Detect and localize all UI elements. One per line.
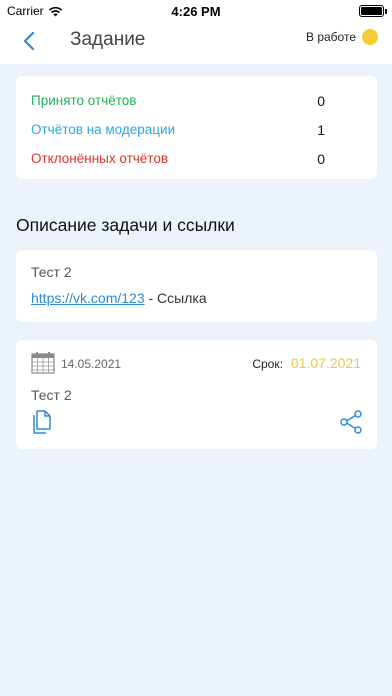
clock: 4:26 PM — [171, 4, 221, 19]
stat-row-rejected: Отклонённых отчётов 0 — [31, 151, 325, 167]
section-title: Описание задачи и ссылки — [16, 215, 235, 235]
calendar-icon — [31, 352, 55, 374]
description-link-row: https://vk.com/123 - Ссылка — [31, 290, 207, 306]
deadline: Срок: 01.07.2021 — [252, 355, 361, 371]
stat-row-accepted: Принято отчётов 0 — [31, 93, 325, 109]
back-button[interactable] — [18, 26, 40, 56]
chevron-left-icon — [23, 31, 35, 51]
task-card[interactable]: 14.05.2021 Срок: 01.07.2021 Тест 2 — [16, 340, 377, 449]
nav-bar: Задание В работе — [0, 22, 392, 64]
stat-value-accepted: 0 — [317, 93, 325, 109]
description-card: Тест 2 https://vk.com/123 - Ссылка — [16, 250, 377, 322]
stat-row-moderation: Отчётов на модерации 1 — [31, 122, 325, 138]
task-title: Тест 2 — [31, 387, 72, 403]
task-date: 14.05.2021 — [61, 357, 122, 371]
stat-label-rejected: Отклонённых отчётов — [31, 151, 169, 166]
description-title: Тест 2 — [31, 264, 72, 280]
deadline-value: 01.07.2021 — [290, 355, 361, 371]
status-label: В работе — [305, 30, 356, 44]
stat-value-moderation: 1 — [317, 122, 325, 138]
stat-label-moderation: Отчётов на модерации — [31, 122, 176, 137]
deadline-label: Срок: — [252, 357, 283, 371]
description-link-suffix: - Ссылка — [144, 290, 207, 306]
stat-value-rejected: 0 — [317, 151, 325, 167]
status-bar: Carrier 4:26 PM — [0, 0, 392, 22]
task-status: В работе — [306, 29, 378, 45]
reports-stats-card: Принято отчётов 0 Отчётов на модерации 1… — [16, 76, 377, 179]
share-icon[interactable] — [339, 410, 363, 434]
battery-icon — [359, 5, 387, 17]
documents-icon[interactable] — [32, 410, 52, 434]
stat-label-accepted: Принято отчётов — [31, 93, 137, 108]
description-link[interactable]: https://vk.com/123 — [31, 290, 145, 306]
status-indicator — [362, 29, 378, 45]
page-title: Задание — [70, 29, 146, 50]
